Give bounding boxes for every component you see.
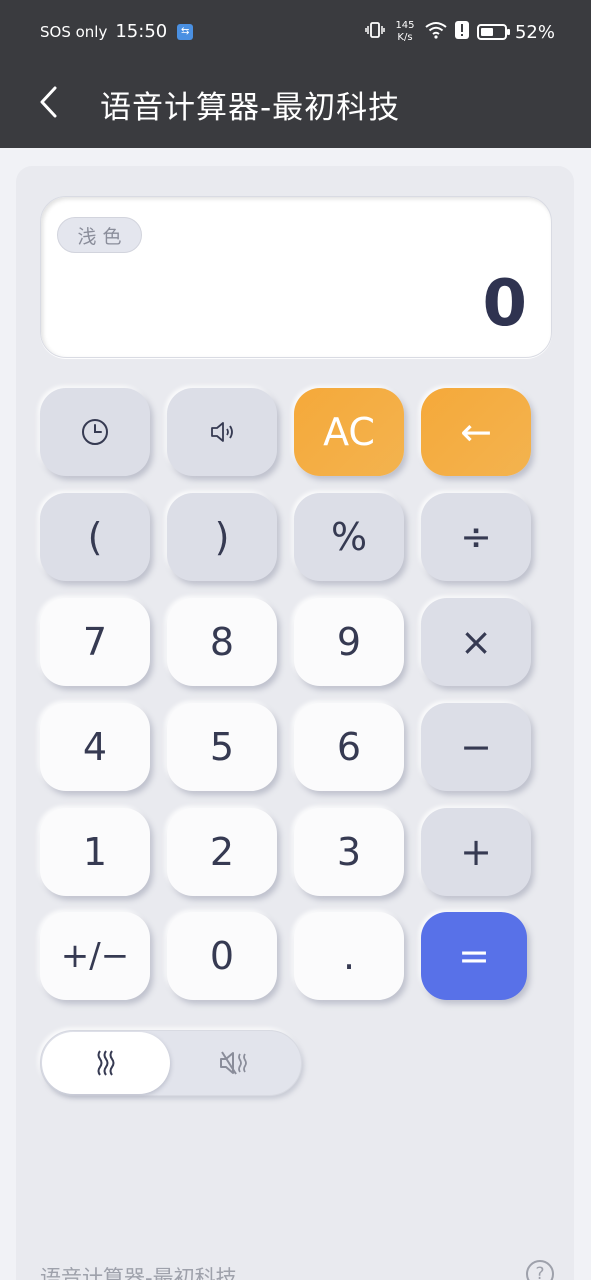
sign-toggle-key-label: +/− [60,936,130,976]
battery-level-fill [480,28,493,36]
digit-0-key-label: 0 [209,934,235,978]
digit-8-key[interactable]: 8 [167,598,277,686]
battery-icon [476,24,510,40]
digit-6-key[interactable]: 6 [294,703,404,791]
digit-2-key[interactable]: 2 [167,808,277,896]
footer-app-name: 语音计算器-最初科技 [40,1266,237,1280]
speaker-icon [207,417,237,447]
history-key[interactable] [40,388,150,476]
wifi-icon [425,21,447,43]
digit-0-key[interactable]: 0 [167,912,277,1000]
backspace-key-label: ← [460,410,492,454]
status-bar: SOS only 15:50 ⇆ 145 K/s 52% [0,0,591,66]
carrier-text: SOS only [40,22,108,41]
digit-1-key-label: 1 [82,830,108,874]
header: 语音计算器-最初科技 [0,66,591,148]
digit-5-key-label: 5 [209,725,235,769]
digit-9-key[interactable]: 9 [294,598,404,686]
notification-app-icon: ⇆ [177,23,194,40]
multiply-key[interactable]: × [421,598,531,686]
digit-5-key[interactable]: 5 [167,703,277,791]
calculator-panel: 浅色 0 AC ← ()% ÷ 7 8 9 × 4 5 6 − 1 2 3 + +/− 0. = 语音计算器-最初科… [16,166,574,1280]
all-clear-key[interactable]: AC [294,388,404,476]
all-clear-key-label: AC [323,410,375,454]
app-bar: SOS only 15:50 ⇆ 145 K/s 52% 语音计算器-最初科技 [0,0,591,148]
digit-1-key[interactable]: 1 [40,808,150,896]
percent-key[interactable]: % [294,493,404,581]
decimal-key-label: . [342,934,356,978]
display-value: 0 [482,267,527,341]
open-paren-key[interactable]: ( [40,493,150,581]
equals-key[interactable]: = [421,912,527,1000]
clock-icon [80,417,110,447]
help-icon[interactable]: ? [526,1260,554,1280]
plus-key[interactable]: + [421,808,531,896]
digit-3-key[interactable]: 3 [294,808,404,896]
open-paren-key-label: ( [87,515,103,559]
digit-9-key-label: 9 [336,620,362,664]
decimal-key[interactable]: . [294,912,404,1000]
minus-key-label: − [460,725,492,769]
network-speed-unit: K/s [397,32,413,43]
speaker-key[interactable] [167,388,277,476]
mute-vibration-icon [220,1051,247,1075]
multiply-key-label: × [460,620,492,664]
minus-key[interactable]: − [421,703,531,791]
percent-key-label: % [330,515,368,559]
sign-toggle-key[interactable]: +/− [40,912,150,1000]
page-title: 语音计算器-最初科技 [100,90,401,126]
network-speed-value: 145 [395,20,415,31]
divide-key[interactable]: ÷ [421,493,531,581]
digit-2-key-label: 2 [209,830,235,874]
back-button[interactable] [28,80,68,124]
digit-8-key-label: 8 [209,620,235,664]
feedback-mode-toggle[interactable] [40,1030,302,1096]
vibration-icon [97,1050,115,1076]
digit-4-key-label: 4 [82,725,108,769]
close-paren-key[interactable]: ) [167,493,277,581]
digit-7-key[interactable]: 7 [40,598,150,686]
theme-toggle-chip[interactable]: 浅色 [57,217,142,253]
alert-icon [454,21,469,43]
chevron-left-icon [40,86,57,118]
network-speed: 145 K/s [393,20,417,44]
equals-key-label: = [458,934,490,978]
backspace-key[interactable]: ← [421,388,531,476]
digit-6-key-label: 6 [336,725,362,769]
result-display: 浅色 0 [40,196,552,358]
mute-option[interactable] [170,1032,298,1094]
vibrate-mode-icon [365,20,385,44]
battery-percent: 52% [514,21,555,43]
digit-7-key-label: 7 [82,620,108,664]
clock-time: 15:50 [115,21,168,42]
divide-key-label: ÷ [460,515,492,559]
plus-key-label: + [460,830,492,874]
close-paren-key-label: ) [214,515,230,559]
digit-4-key[interactable]: 4 [40,703,150,791]
vibration-option[interactable] [42,1032,170,1094]
digit-3-key-label: 3 [336,830,362,874]
